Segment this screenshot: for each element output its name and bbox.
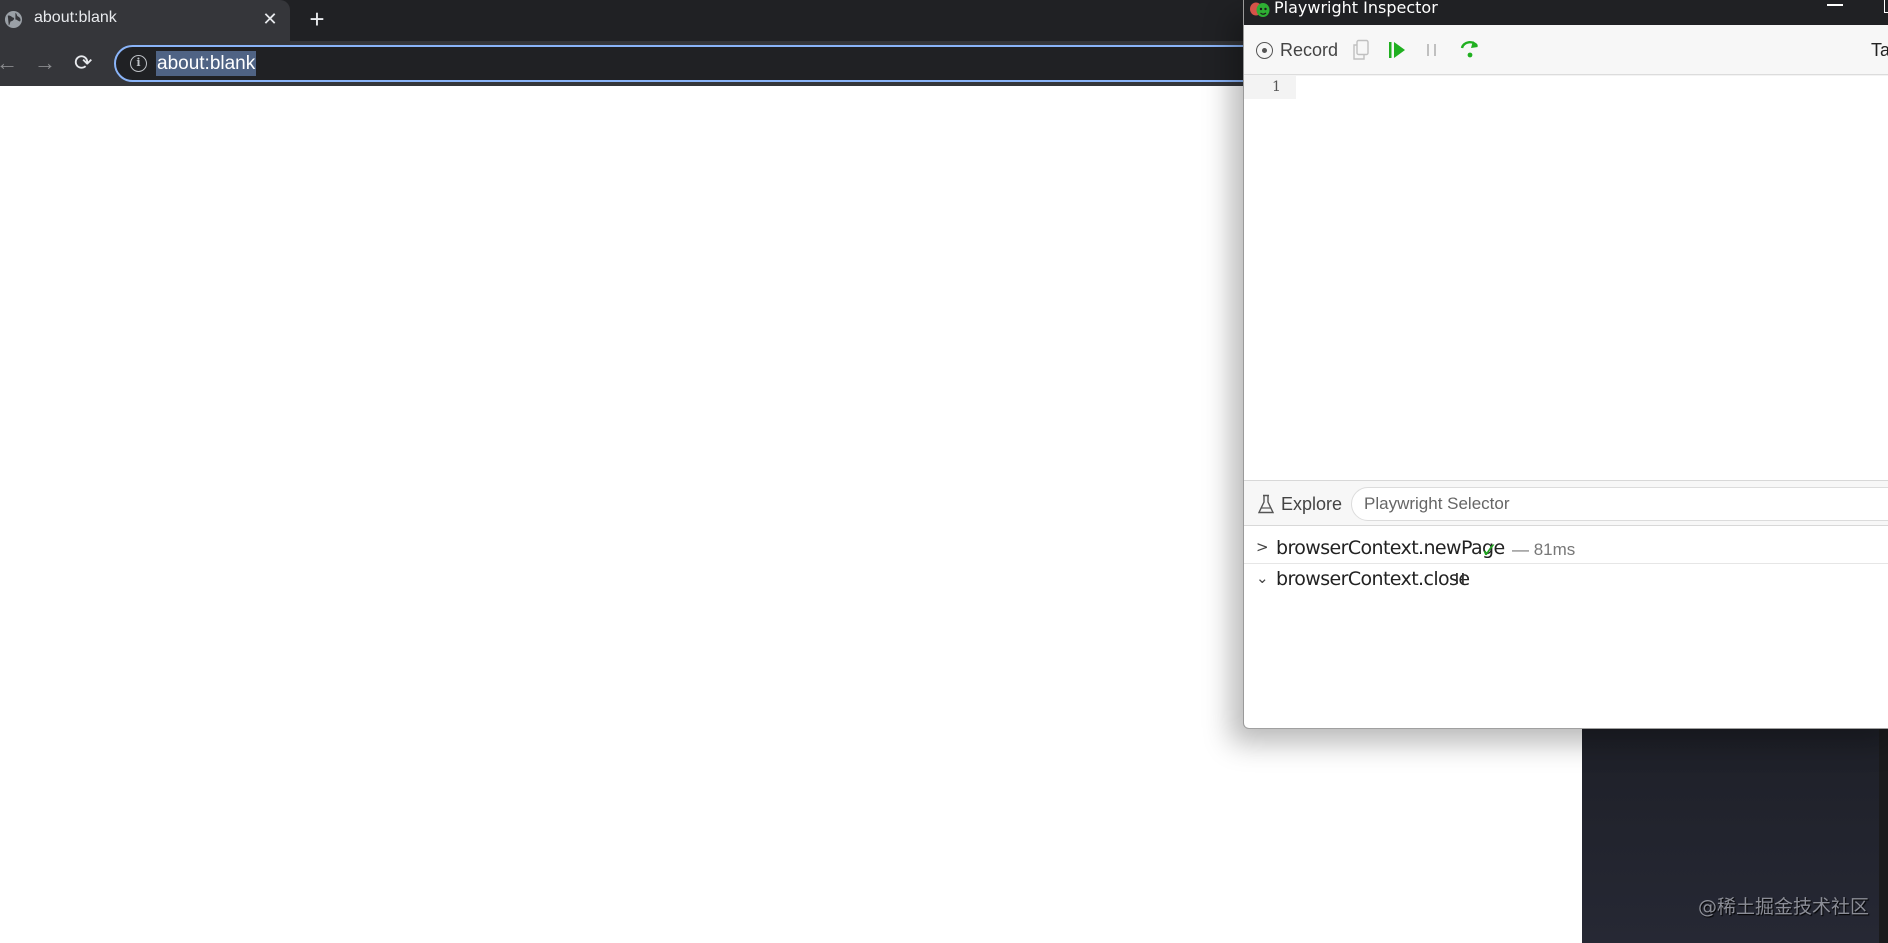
line-number: 1: [1272, 79, 1281, 95]
playwright-inspector-window: Playwright Inspector Record Ta 1: [1243, 0, 1888, 729]
globe-icon: [4, 10, 23, 29]
record-label: Record: [1280, 40, 1339, 60]
inspector-title: Playwright Inspector: [1274, 0, 1438, 17]
maximize-button[interactable]: [1884, 0, 1888, 13]
code-editor[interactable]: 1: [1244, 76, 1888, 480]
browser-tab[interactable]: about:blank ✕: [0, 0, 290, 41]
background-window-edge: [1879, 729, 1888, 943]
target-language-label[interactable]: Ta: [1871, 39, 1888, 61]
step-over-icon[interactable]: [1458, 37, 1482, 61]
explore-button[interactable]: Explore: [1281, 493, 1342, 515]
forward-button[interactable]: →: [34, 49, 58, 77]
chevron-right-icon[interactable]: >: [1256, 538, 1269, 556]
explore-bar: Explore: [1244, 480, 1888, 526]
log-entry[interactable]: ⌄ browserContext.close: [1244, 564, 1888, 595]
reload-button[interactable]: ⟳: [74, 49, 100, 77]
watermark: @稀土掘金技术社区: [1698, 896, 1870, 918]
inspector-toolbar: Record Ta: [1244, 25, 1888, 75]
log-method: browserContext.close: [1276, 568, 1470, 590]
close-tab-icon[interactable]: ✕: [258, 7, 282, 31]
minimize-button[interactable]: [1827, 4, 1843, 6]
flask-icon: [1257, 494, 1275, 514]
address-bar-url[interactable]: about:blank: [156, 51, 257, 76]
log-method: browserContext.newPage: [1276, 537, 1505, 559]
check-icon: ✓: [1481, 540, 1498, 562]
resume-icon[interactable]: [1387, 39, 1407, 61]
copy-icon[interactable]: [1351, 39, 1371, 61]
chevron-down-icon[interactable]: ⌄: [1256, 569, 1269, 587]
record-icon: [1256, 42, 1273, 59]
playwright-selector-input[interactable]: [1351, 487, 1888, 521]
log-duration: — 81ms: [1512, 540, 1576, 559]
tab-title: about:blank: [34, 9, 117, 26]
site-info-icon[interactable]: i: [130, 55, 147, 72]
paused-icon: [1456, 573, 1464, 584]
pause-icon[interactable]: [1424, 39, 1440, 61]
inspector-title-bar[interactable]: Playwright Inspector: [1244, 0, 1888, 25]
new-tab-button[interactable]: +: [304, 5, 330, 33]
back-button[interactable]: ←: [0, 49, 20, 77]
log-entry[interactable]: > browserContext.newPage ✓ — 81ms: [1244, 533, 1888, 564]
playwright-logo-icon: [1250, 2, 1270, 17]
line-number-gutter: 1: [1244, 76, 1296, 99]
